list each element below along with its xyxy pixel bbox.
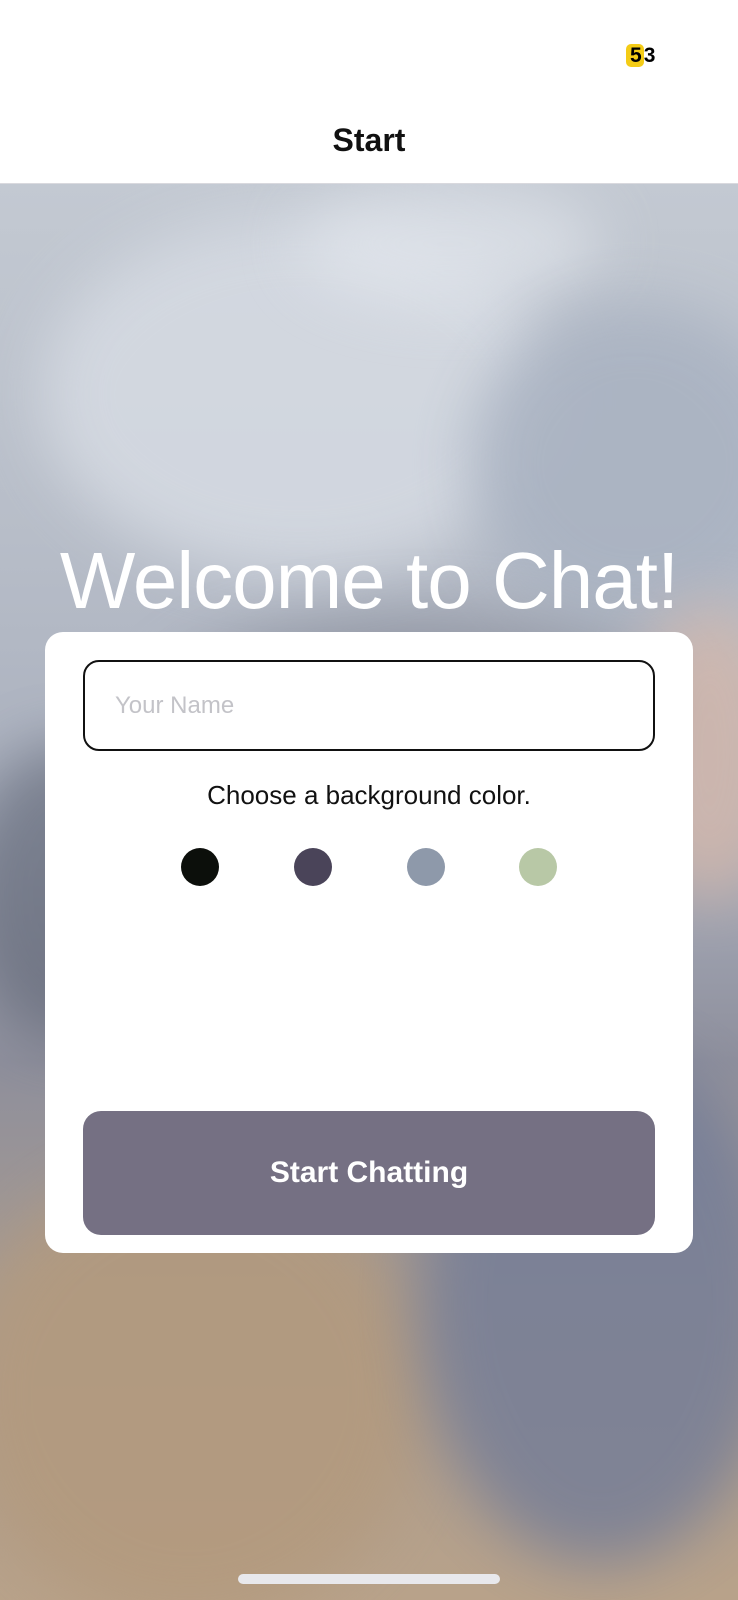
start-form-card: Choose a background color. Start Chattin… [45,632,693,1253]
home-indicator[interactable] [238,1574,500,1584]
welcome-heading: Welcome to Chat! [59,536,679,625]
navigation-bar: Start [0,100,738,184]
battery-level-rest: 3 [643,44,656,67]
color-swatch-green[interactable] [519,848,557,886]
color-swatch-black[interactable] [181,848,219,886]
page-title: Start [332,122,406,158]
name-input[interactable] [83,660,655,751]
color-swatch-purple[interactable] [294,848,332,886]
start-chatting-button[interactable]: Start Chatting [83,1111,655,1235]
battery-indicator: 53 [626,44,655,68]
color-prompt: Choose a background color. [207,780,531,810]
status-bar: 53 [0,0,738,100]
color-swatch-gray-blue[interactable] [407,848,445,886]
battery-level-highlight: 5 [626,44,644,67]
